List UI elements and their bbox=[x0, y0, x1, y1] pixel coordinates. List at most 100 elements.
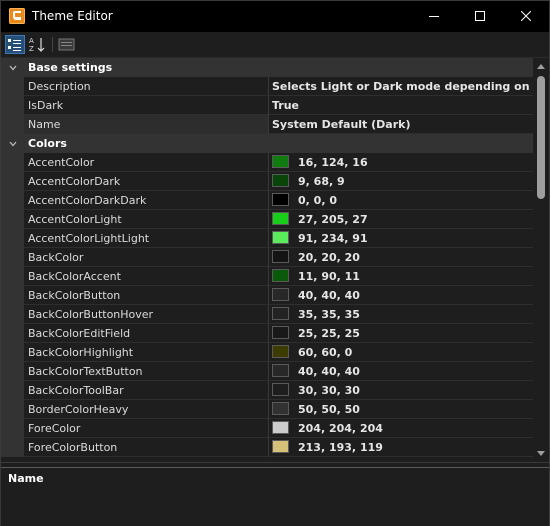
color-swatch bbox=[272, 231, 289, 244]
property-row-accentcolordark[interactable]: AccentColorDark 9, 68, 9 bbox=[1, 172, 533, 191]
property-value[interactable]: 35, 35, 35 bbox=[268, 305, 533, 324]
property-value[interactable]: 213, 193, 119 bbox=[268, 438, 533, 457]
close-icon bbox=[521, 11, 531, 21]
color-swatch bbox=[272, 193, 289, 206]
category-label: Colors bbox=[28, 137, 67, 150]
color-swatch bbox=[272, 288, 289, 301]
property-row-backcoloraccent[interactable]: BackColorAccent 11, 90, 11 bbox=[1, 267, 533, 286]
property-row-backcolortextbutton[interactable]: BackColorTextButton 40, 40, 40 bbox=[1, 362, 533, 381]
color-swatch bbox=[272, 345, 289, 358]
property-name[interactable]: BackColorHighlight bbox=[24, 343, 268, 362]
property-row-accentcolor[interactable]: AccentColor 16, 124, 16 bbox=[1, 153, 533, 172]
color-swatch bbox=[272, 421, 289, 434]
property-row-backcolorhighlight[interactable]: BackColorHighlight 60, 60, 0 bbox=[1, 343, 533, 362]
property-row-bordercolorheavy[interactable]: BorderColorHeavy 50, 50, 50 bbox=[1, 400, 533, 419]
chevron-down-icon[interactable] bbox=[9, 140, 17, 148]
property-row-forecolor[interactable]: ForeColor 204, 204, 204 bbox=[1, 419, 533, 438]
alphabetical-icon: A Z bbox=[29, 37, 45, 53]
property-pages-icon bbox=[58, 38, 75, 51]
color-swatch bbox=[272, 440, 289, 453]
color-swatch bbox=[272, 402, 289, 415]
property-value[interactable]: 204, 204, 204 bbox=[268, 419, 533, 438]
property-value[interactable]: Selects Light or Dark mode depending on … bbox=[268, 77, 533, 96]
category-colors[interactable]: Colors bbox=[1, 134, 533, 153]
property-row-isdark[interactable]: IsDark True bbox=[1, 96, 533, 115]
property-name[interactable]: BackColorTextButton bbox=[24, 362, 268, 381]
vertical-scrollbar[interactable] bbox=[533, 58, 549, 462]
property-name[interactable]: AccentColorDark bbox=[24, 172, 268, 191]
property-name[interactable]: Name bbox=[24, 115, 268, 134]
property-row-backcolortoolbar[interactable]: BackColorToolBar 30, 30, 30 bbox=[1, 381, 533, 400]
property-value[interactable]: 40, 40, 40 bbox=[268, 362, 533, 381]
color-swatch bbox=[272, 269, 289, 282]
theme-editor-window: Theme Editor A Z Base settings Descripti… bbox=[0, 0, 550, 526]
maximize-icon bbox=[475, 11, 485, 21]
property-row-backcoloreditfield[interactable]: BackColorEditField 25, 25, 25 bbox=[1, 324, 533, 343]
scroll-down-icon[interactable] bbox=[537, 451, 545, 457]
property-value[interactable]: 91, 234, 91 bbox=[268, 229, 533, 248]
property-name[interactable]: BackColorToolBar bbox=[24, 381, 268, 400]
property-name[interactable]: BackColorEditField bbox=[24, 324, 268, 343]
category-label: Base settings bbox=[28, 61, 113, 74]
property-row-backcolorbuttonhover[interactable]: BackColorButtonHover 35, 35, 35 bbox=[1, 305, 533, 324]
property-name[interactable]: BorderColorHeavy bbox=[24, 400, 268, 419]
property-name[interactable]: IsDark bbox=[24, 96, 268, 115]
property-grid: Base settings Description Selects Light … bbox=[1, 58, 533, 462]
title-bar[interactable]: Theme Editor bbox=[1, 1, 549, 32]
property-name[interactable]: ForeColor bbox=[24, 419, 268, 438]
property-value[interactable]: System Default (Dark) bbox=[268, 115, 533, 134]
color-swatch bbox=[272, 250, 289, 263]
scroll-up-icon[interactable] bbox=[537, 63, 545, 69]
property-row-accentcolordarkdark[interactable]: AccentColorDarkDark 0, 0, 0 bbox=[1, 191, 533, 210]
property-name[interactable]: Description bbox=[24, 77, 268, 96]
categorized-button[interactable] bbox=[5, 35, 25, 54]
app-icon bbox=[9, 8, 25, 24]
color-swatch bbox=[272, 155, 289, 168]
category-base-settings[interactable]: Base settings bbox=[1, 58, 533, 77]
color-swatch bbox=[272, 326, 289, 339]
help-panel: Name bbox=[1, 467, 549, 526]
property-name[interactable]: AccentColorDarkDark bbox=[24, 191, 268, 210]
property-value[interactable]: 60, 60, 0 bbox=[268, 343, 533, 362]
property-value[interactable]: 25, 25, 25 bbox=[268, 324, 533, 343]
property-value[interactable]: 11, 90, 11 bbox=[268, 267, 533, 286]
minimize-icon bbox=[429, 16, 439, 17]
property-value[interactable]: 30, 30, 30 bbox=[268, 381, 533, 400]
property-row-accentcolorlight[interactable]: AccentColorLight 27, 205, 27 bbox=[1, 210, 533, 229]
property-pages-button[interactable] bbox=[57, 35, 77, 54]
color-swatch bbox=[272, 307, 289, 320]
property-value[interactable]: 20, 20, 20 bbox=[268, 248, 533, 267]
property-row-backcolor[interactable]: BackColor 20, 20, 20 bbox=[1, 248, 533, 267]
chevron-down-icon[interactable] bbox=[9, 64, 17, 72]
property-value[interactable]: 16, 124, 16 bbox=[268, 153, 533, 172]
close-button[interactable] bbox=[503, 1, 549, 32]
property-grid-toolbar: A Z bbox=[1, 32, 549, 58]
property-row-backcolorbutton[interactable]: BackColorButton 40, 40, 40 bbox=[1, 286, 533, 305]
scrollbar-thumb[interactable] bbox=[537, 76, 545, 199]
property-name[interactable]: BackColorButton bbox=[24, 286, 268, 305]
color-swatch bbox=[272, 383, 289, 396]
maximize-button[interactable] bbox=[457, 1, 503, 32]
property-name[interactable]: BackColorAccent bbox=[24, 267, 268, 286]
svg-text:Z: Z bbox=[29, 45, 34, 53]
property-name[interactable]: AccentColorLightLight bbox=[24, 229, 268, 248]
property-name[interactable]: BackColorButtonHover bbox=[24, 305, 268, 324]
property-row-name[interactable]: Name System Default (Dark) bbox=[1, 115, 533, 134]
property-name[interactable]: BackColor bbox=[24, 248, 268, 267]
categorized-icon bbox=[8, 39, 21, 51]
color-swatch bbox=[272, 174, 289, 187]
property-row-description[interactable]: Description Selects Light or Dark mode d… bbox=[1, 77, 533, 96]
property-value[interactable]: 27, 205, 27 bbox=[268, 210, 533, 229]
minimize-button[interactable] bbox=[411, 1, 457, 32]
property-value[interactable]: True bbox=[268, 96, 533, 115]
property-name[interactable]: AccentColorLight bbox=[24, 210, 268, 229]
property-name[interactable]: ForeColorButton bbox=[24, 438, 268, 457]
property-name[interactable]: AccentColor bbox=[24, 153, 268, 172]
property-value[interactable]: 40, 40, 40 bbox=[268, 286, 533, 305]
property-row-forecolorbutton[interactable]: ForeColorButton 213, 193, 119 bbox=[1, 438, 533, 457]
alphabetical-button[interactable]: A Z bbox=[28, 35, 48, 54]
property-value[interactable]: 9, 68, 9 bbox=[268, 172, 533, 191]
property-value[interactable]: 50, 50, 50 bbox=[268, 400, 533, 419]
property-value[interactable]: 0, 0, 0 bbox=[268, 191, 533, 210]
property-row-accentcolorlightlight[interactable]: AccentColorLightLight 91, 234, 91 bbox=[1, 229, 533, 248]
